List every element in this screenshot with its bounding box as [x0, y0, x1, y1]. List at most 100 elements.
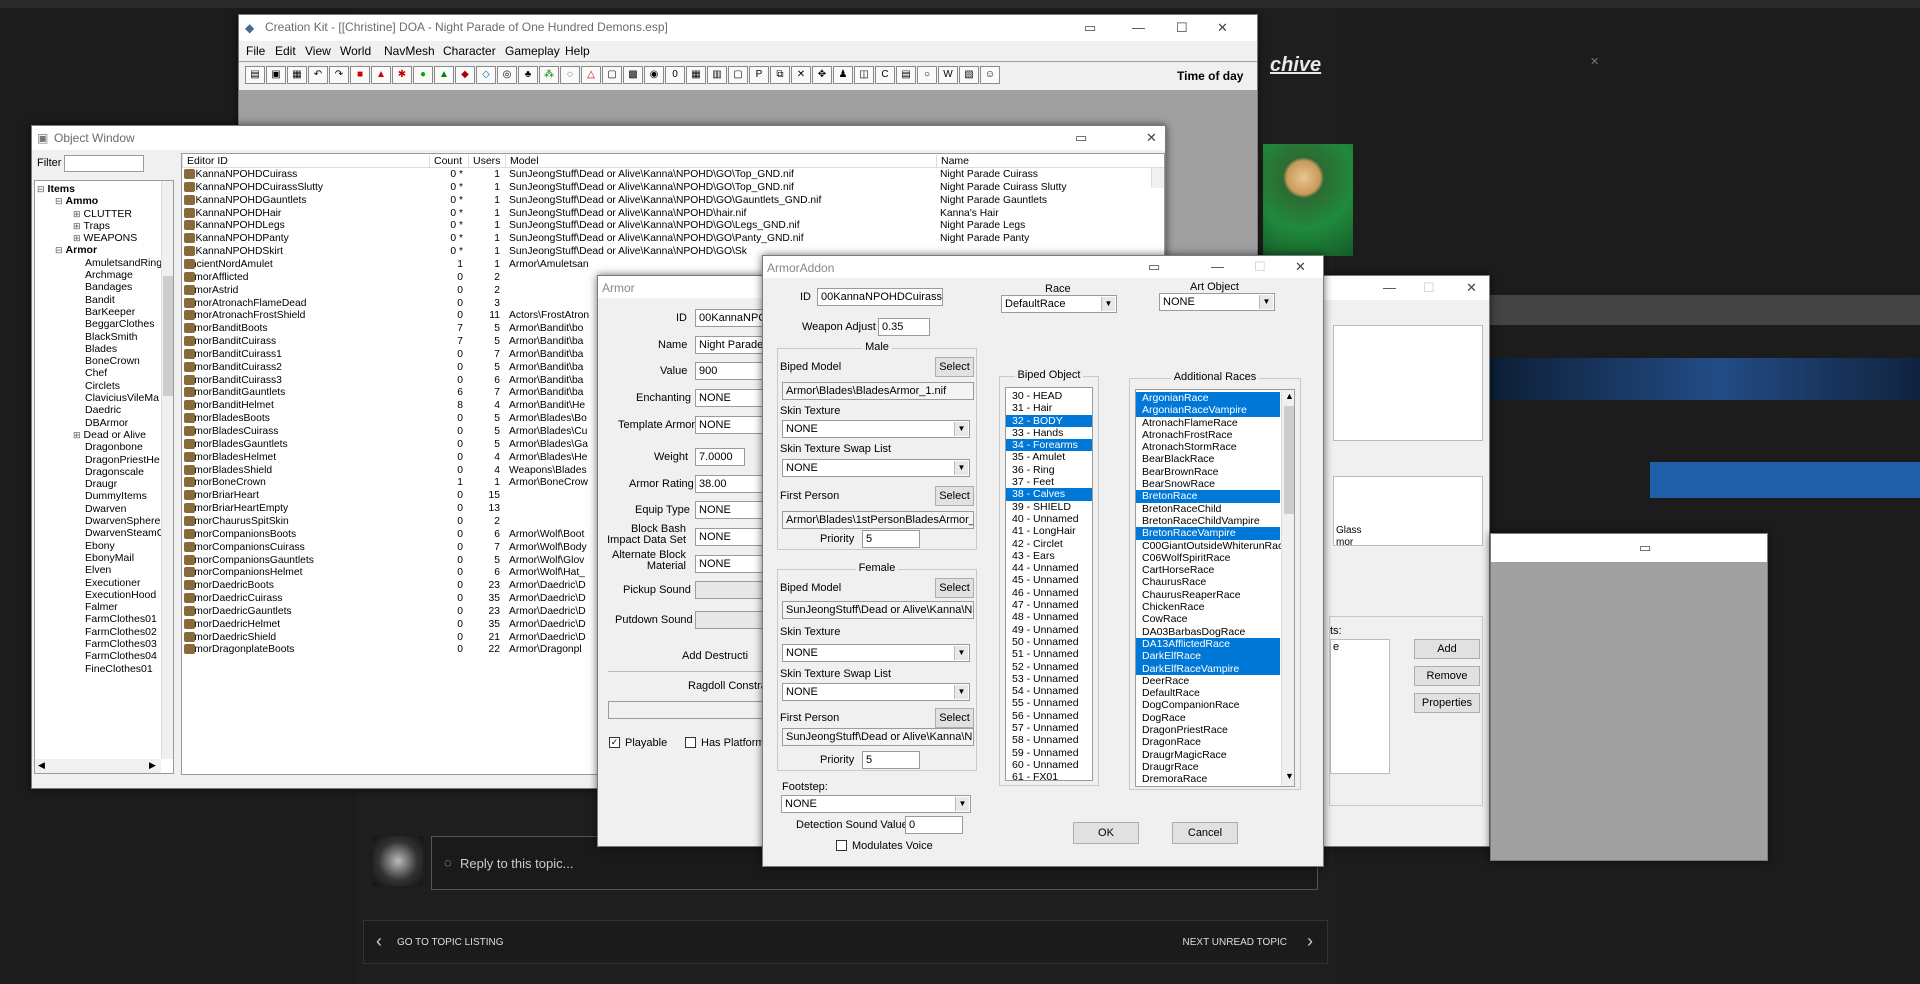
- restore-icon[interactable]: ▭: [1084, 20, 1096, 36]
- collapse-icon[interactable]: ⊟: [37, 184, 45, 194]
- tree-item[interactable]: ⊞ CLUTTER: [37, 208, 157, 220]
- undo-icon[interactable]: ↶: [308, 66, 328, 84]
- table-row[interactable]: 00KannaNPOHDLegs 0 * 1 SunJeongStuff\Dead o…: [182, 220, 1150, 233]
- value-field[interactable]: 900: [695, 362, 770, 380]
- chevron-down-icon[interactable]: ▼: [954, 461, 968, 475]
- maximize-button[interactable]: ☐: [1423, 280, 1435, 296]
- equip-type-select[interactable]: NONE: [695, 501, 770, 519]
- close-button[interactable]: ✕: [1466, 280, 1477, 296]
- modulates-voice-checkbox[interactable]: [836, 840, 847, 851]
- list-scrollbar[interactable]: [1151, 168, 1164, 188]
- biped-object-item[interactable]: 42 - Circlet: [1006, 538, 1092, 550]
- biped-object-item[interactable]: 38 - Calves: [1006, 488, 1092, 501]
- chevron-down-icon[interactable]: ▼: [954, 685, 968, 699]
- tree-icon[interactable]: ♣: [518, 66, 538, 84]
- chevron-down-icon[interactable]: ▼: [954, 422, 968, 436]
- table-icon[interactable]: ▦: [686, 66, 706, 84]
- close-button[interactable]: ✕: [1295, 259, 1306, 275]
- female-first-person-field[interactable]: SunJeongStuff\Dead or Alive\Kanna\NPO: [782, 728, 974, 746]
- cross-icon[interactable]: ✕: [791, 66, 811, 84]
- biped-object-item[interactable]: 35 - Amulet: [1006, 451, 1092, 463]
- chevron-down-icon[interactable]: ▼: [1259, 295, 1273, 309]
- biped-object-item[interactable]: 60 - Unnamed: [1006, 759, 1092, 771]
- female-biped-select-button[interactable]: Select: [935, 578, 974, 598]
- biped-object-item[interactable]: 30 - HEAD: [1006, 390, 1092, 402]
- race-item[interactable]: ChaurusRace: [1136, 576, 1280, 588]
- biped-object-item[interactable]: 49 - Unnamed: [1006, 624, 1092, 636]
- p-icon[interactable]: P: [749, 66, 769, 84]
- scripts-list[interactable]: e: [1330, 639, 1390, 774]
- race-item[interactable]: BretonRaceChild: [1136, 503, 1280, 515]
- races-scrollbar[interactable]: ▲ ▼: [1281, 390, 1294, 786]
- biped-object-item[interactable]: 41 - LongHair: [1006, 525, 1092, 537]
- forum-close-x[interactable]: ✕: [1590, 55, 1599, 68]
- minimize-button[interactable]: —: [1132, 20, 1145, 35]
- tree-item[interactable]: Dragonscale: [37, 466, 157, 478]
- zero-icon[interactable]: 0: [665, 66, 685, 84]
- chevron-down-icon[interactable]: ▼: [954, 646, 968, 660]
- race-item[interactable]: BretonRace: [1136, 490, 1280, 503]
- tree-item[interactable]: FarmClothes02: [37, 626, 157, 638]
- tree-item[interactable]: Archmage: [37, 269, 157, 281]
- tree-item[interactable]: Elven: [37, 564, 157, 576]
- menu-navmesh[interactable]: NavMesh: [384, 44, 435, 58]
- race-item[interactable]: BearBlackRace: [1136, 453, 1280, 465]
- tree-item[interactable]: BarKeeper: [37, 306, 157, 318]
- expand-icon[interactable]: ⊞: [73, 221, 81, 231]
- male-first-person-field[interactable]: Armor\Blades\1stPersonBladesArmor_1.nif: [782, 511, 974, 529]
- biped-object-item[interactable]: 57 - Unnamed: [1006, 722, 1092, 734]
- biped-object-item[interactable]: 51 - Unnamed: [1006, 648, 1092, 660]
- alt-block-select[interactable]: NONE: [695, 555, 770, 573]
- minimize-button[interactable]: —: [1211, 259, 1224, 274]
- w-icon[interactable]: W: [938, 66, 958, 84]
- tree-item[interactable]: ClaviciusVileMa: [37, 392, 159, 404]
- close-button[interactable]: ✕: [1217, 20, 1228, 36]
- forum-archive-link[interactable]: chive: [1270, 54, 1321, 77]
- go-to-topic-listing[interactable]: GO TO TOPIC LISTING: [397, 937, 504, 948]
- menu-help[interactable]: Help: [565, 44, 590, 58]
- list-item[interactable]: mor: [1336, 537, 1353, 548]
- close-button[interactable]: ✕: [1146, 130, 1157, 146]
- table-row[interactable]: 00KannaNPOHDCuirassSlutty 0 * 1 SunJeongStu…: [182, 181, 1150, 195]
- restore-icon[interactable]: ▭: [1148, 259, 1160, 275]
- male-biped-select-button[interactable]: Select: [935, 357, 974, 377]
- landscape-icon[interactable]: ▲: [434, 66, 454, 84]
- addon-id-field[interactable]: 00KannaNPOHDCuirassAA: [817, 288, 943, 306]
- move-icon[interactable]: ✥: [812, 66, 832, 84]
- frame-icon[interactable]: ▢: [728, 66, 748, 84]
- race-item[interactable]: DogRace: [1136, 712, 1280, 724]
- race-item[interactable]: DarkElfRace: [1136, 650, 1280, 663]
- next-unread-topic[interactable]: NEXT UNREAD TOPIC: [1183, 937, 1287, 948]
- tree-item[interactable]: DragonPriestHe: [37, 454, 160, 466]
- remove-button[interactable]: Remove: [1414, 666, 1480, 686]
- female-priority-field[interactable]: 5: [862, 751, 920, 769]
- male-biped-model-field[interactable]: Armor\Blades\BladesArmor_1.nif: [782, 382, 974, 400]
- tree-item[interactable]: FineClothes01: [37, 663, 157, 675]
- male-swap-select[interactable]: NONE ▼: [782, 459, 970, 477]
- expand-icon[interactable]: ⊞: [73, 233, 81, 243]
- save-icon[interactable]: ▣: [266, 66, 286, 84]
- biped-object-list[interactable]: 30 - HEAD 31 - Hair 32 - BODY 33 - Hands 34 …: [1005, 387, 1093, 781]
- script-text-area[interactable]: [1333, 325, 1483, 441]
- properties-button[interactable]: Properties: [1414, 693, 1480, 713]
- bulb-icon[interactable]: ◎: [497, 66, 517, 84]
- filter-input[interactable]: [64, 155, 144, 172]
- template-armor-select[interactable]: NONE: [695, 416, 770, 434]
- open-icon[interactable]: ▤: [245, 66, 265, 84]
- tree-item[interactable]: Bandit: [37, 294, 157, 306]
- art-object-select[interactable]: NONE ▼: [1159, 293, 1275, 311]
- chevron-left-icon[interactable]: ‹: [376, 931, 382, 952]
- triangle-icon[interactable]: ▲: [371, 66, 391, 84]
- col-count[interactable]: Count: [429, 155, 467, 167]
- tree-item[interactable]: ⊟ Ammo: [37, 195, 157, 207]
- ok-button[interactable]: OK: [1073, 822, 1139, 844]
- menu-edit[interactable]: Edit: [275, 44, 296, 58]
- doc-icon[interactable]: ▤: [896, 66, 916, 84]
- col-editor-id[interactable]: Editor ID: [182, 155, 426, 167]
- tree-item[interactable]: BeggarClothes: [37, 318, 157, 330]
- menu-character[interactable]: Character: [443, 44, 496, 58]
- race-item[interactable]: BearBrownRace: [1136, 466, 1280, 478]
- race-item[interactable]: DragonPriestRace: [1136, 724, 1280, 736]
- enchanting-select[interactable]: NONE: [695, 389, 770, 407]
- collapse-icon[interactable]: ⊟: [55, 245, 63, 255]
